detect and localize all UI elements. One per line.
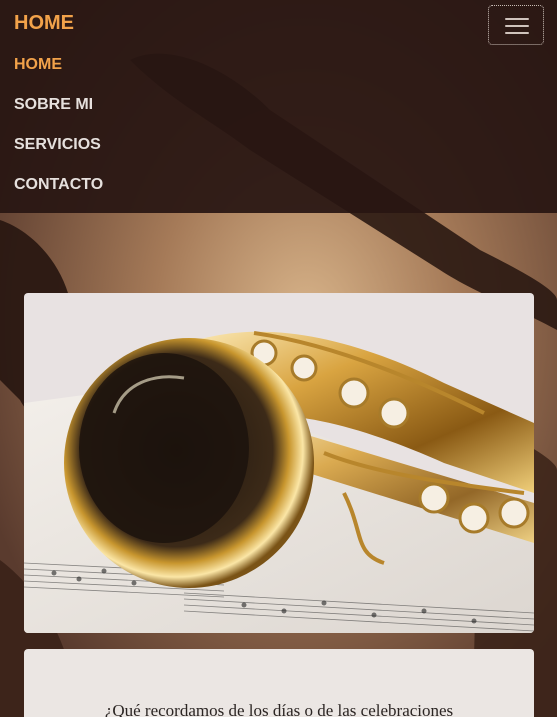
intro-card: ¿Qué recordamos de los días o de las cel… bbox=[24, 649, 534, 717]
navbar-toggle-button[interactable] bbox=[488, 5, 544, 45]
nav-menu: HOME SOBRE MI SERVICIOS CONTACTO bbox=[14, 56, 103, 216]
nav-item-servicios[interactable]: SERVICIOS bbox=[14, 136, 103, 176]
hero-image bbox=[24, 293, 534, 633]
nav-item-sobre-mi[interactable]: SOBRE MI bbox=[14, 96, 103, 136]
intro-text: ¿Qué recordamos de los días o de las cel… bbox=[104, 701, 454, 717]
navbar-brand[interactable]: HOME bbox=[14, 12, 74, 35]
nav-item-home[interactable]: HOME bbox=[14, 56, 103, 96]
navbar: HOME HOME SOBRE MI SERVICIOS CONTACTO bbox=[0, 0, 557, 213]
nav-item-contacto[interactable]: CONTACTO bbox=[14, 176, 103, 216]
